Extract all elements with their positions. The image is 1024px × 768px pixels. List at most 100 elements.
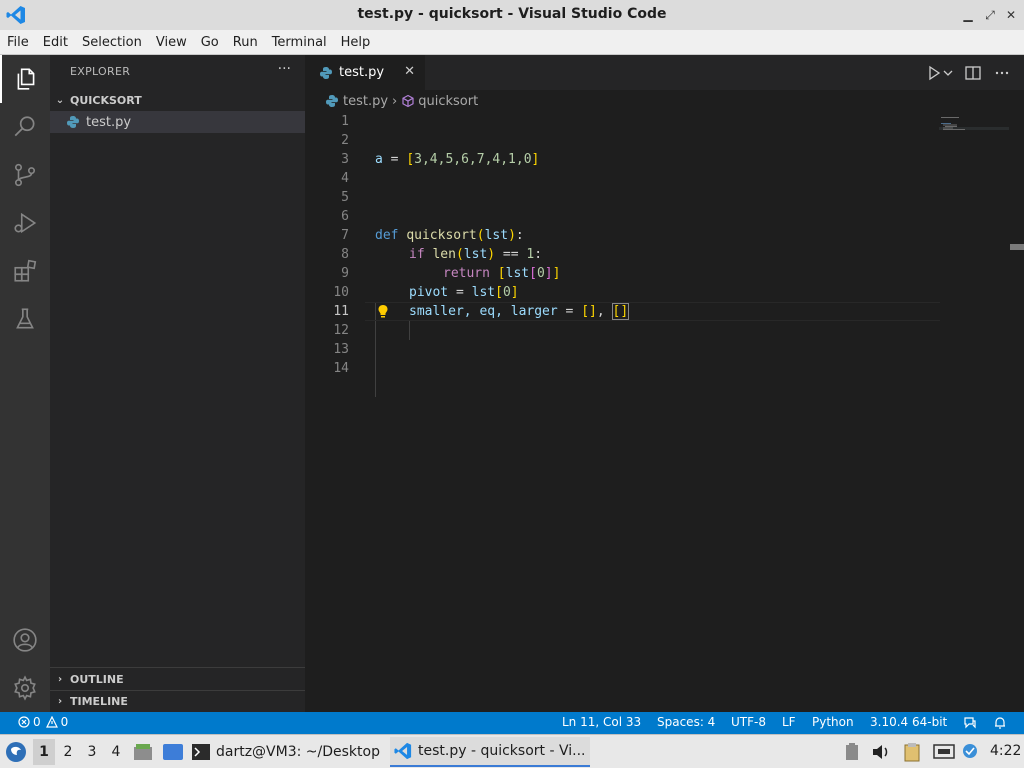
start-menu-icon[interactable] bbox=[5, 741, 27, 763]
update-notifier-icon[interactable] bbox=[962, 743, 978, 761]
chevron-down-icon: ⌄ bbox=[55, 94, 65, 106]
settings-gear-icon bbox=[14, 675, 36, 701]
workspace-3[interactable]: 3 bbox=[81, 739, 103, 765]
testing-button[interactable] bbox=[0, 295, 50, 343]
menu-edit[interactable]: Edit bbox=[36, 30, 75, 55]
code-line: 3 a = [3,4,5,6,7,4,1,0] bbox=[305, 150, 945, 169]
manage-button[interactable] bbox=[0, 664, 50, 712]
error-icon bbox=[18, 716, 30, 728]
menu-run[interactable]: Run bbox=[226, 30, 265, 55]
file-manager-icon[interactable] bbox=[133, 743, 153, 761]
run-debug-button[interactable] bbox=[0, 199, 50, 247]
vscode-logo-icon bbox=[394, 742, 412, 760]
extensions-button[interactable] bbox=[0, 247, 50, 295]
code-line: 5 bbox=[305, 188, 945, 207]
problems-indicator[interactable]: 0 0 bbox=[18, 715, 68, 729]
desktop-icon[interactable] bbox=[162, 743, 184, 761]
status-bar: 0 0 Ln 11, Col 33 Spaces: 4 UTF-8 LF Pyt… bbox=[0, 712, 1024, 734]
explorer-more-button[interactable]: ··· bbox=[278, 61, 291, 77]
explorer-header: EXPLORER bbox=[70, 65, 131, 78]
outline-section[interactable]: › OUTLINE bbox=[50, 668, 305, 690]
encoding[interactable]: UTF-8 bbox=[731, 715, 766, 729]
scrollbar-thumb[interactable] bbox=[1010, 244, 1024, 250]
menu-terminal[interactable]: Terminal bbox=[265, 30, 334, 55]
vertical-scrollbar[interactable] bbox=[1010, 112, 1024, 712]
code-editor[interactable]: 1 2 3 a = [3,4,5,6,7,4,1,0] 4 5 6 7 def … bbox=[305, 112, 945, 712]
menu-go[interactable]: Go bbox=[194, 30, 226, 55]
menu-file[interactable]: File bbox=[0, 30, 36, 55]
split-editor-icon[interactable] bbox=[964, 64, 982, 82]
end-of-line[interactable]: LF bbox=[782, 715, 796, 729]
title-bar: test.py - quicksort - Visual Studio Code… bbox=[0, 0, 1024, 30]
run-python-file-icon[interactable] bbox=[925, 64, 943, 82]
code-text: a = [3,4,5,6,7,4,1,0] bbox=[375, 152, 540, 167]
more-actions-icon[interactable] bbox=[993, 64, 1011, 82]
task-vscode[interactable]: test.py - quicksort - Vi... bbox=[390, 737, 590, 767]
code-line: 13 bbox=[305, 340, 945, 359]
chevron-down-icon[interactable] bbox=[942, 64, 954, 82]
menu-view[interactable]: View bbox=[149, 30, 194, 55]
breadcrumb-symbol[interactable]: quicksort bbox=[418, 94, 478, 109]
code-line-current: 11 smaller, eq, larger = [], [] bbox=[305, 302, 945, 321]
activity-bar bbox=[0, 55, 50, 712]
account-icon bbox=[13, 628, 37, 652]
battery-icon[interactable] bbox=[845, 743, 859, 761]
code-line: 4 bbox=[305, 169, 945, 188]
breadcrumb-file[interactable]: test.py bbox=[343, 94, 388, 109]
python-file-icon bbox=[326, 95, 338, 107]
code-line: 1 bbox=[305, 112, 945, 131]
file-item-test-py[interactable]: test.py bbox=[50, 111, 305, 133]
network-icon[interactable] bbox=[933, 743, 955, 761]
code-line: 9 return [lst[0]] bbox=[305, 264, 945, 283]
timeline-section[interactable]: › TIMELINE bbox=[50, 690, 305, 712]
language-mode[interactable]: Python bbox=[812, 715, 854, 729]
notifications-bell-icon[interactable] bbox=[993, 716, 1007, 730]
volume-icon[interactable] bbox=[871, 743, 891, 761]
python-file-icon bbox=[320, 66, 332, 79]
folder-section-quicksort[interactable]: ⌄ QUICKSORT bbox=[50, 89, 305, 111]
cursor-position[interactable]: Ln 11, Col 33 bbox=[562, 715, 641, 729]
tab-test-py[interactable]: test.py ✕ bbox=[305, 55, 425, 90]
menu-selection[interactable]: Selection bbox=[75, 30, 149, 55]
minimap[interactable] bbox=[939, 112, 1009, 152]
indentation[interactable]: Spaces: 4 bbox=[657, 715, 715, 729]
explorer-button[interactable] bbox=[0, 55, 50, 103]
python-file-icon bbox=[67, 116, 79, 128]
source-control-button[interactable] bbox=[0, 151, 50, 199]
tab-label: test.py bbox=[339, 65, 385, 80]
task-terminal[interactable]: dartz@VM3: ~/Desktop bbox=[192, 737, 380, 767]
lightbulb-icon[interactable] bbox=[377, 304, 389, 319]
line-number: 4 bbox=[341, 171, 349, 186]
feedback-icon[interactable] bbox=[963, 716, 977, 730]
run-debug-icon bbox=[14, 212, 37, 234]
python-interpreter[interactable]: 3.10.4 64-bit bbox=[870, 715, 947, 729]
line-number: 7 bbox=[341, 228, 349, 243]
clock[interactable]: 4:22 bbox=[990, 743, 1021, 759]
search-button[interactable] bbox=[0, 103, 50, 151]
extensions-icon bbox=[14, 259, 37, 282]
accounts-button[interactable] bbox=[0, 616, 50, 664]
code-text: pivot = lst[0] bbox=[409, 285, 519, 300]
line-number: 11 bbox=[333, 304, 349, 319]
line-number: 14 bbox=[333, 361, 349, 376]
chevron-right-icon: › bbox=[57, 673, 63, 685]
minimize-button[interactable]: ▁ bbox=[960, 7, 976, 23]
code-line: 14 bbox=[305, 359, 945, 378]
workspace-2[interactable]: 2 bbox=[57, 739, 79, 765]
close-window-button[interactable]: ✕ bbox=[1003, 7, 1019, 23]
workspace-1[interactable]: 1 bbox=[33, 739, 55, 765]
code-line: 6 bbox=[305, 207, 945, 226]
timeline-label: TIMELINE bbox=[70, 694, 128, 708]
code-line: 8 if len(lst) == 1: bbox=[305, 245, 945, 264]
breadcrumb: test.py › quicksort bbox=[305, 90, 1024, 112]
task-label: test.py - quicksort - Vi... bbox=[418, 743, 586, 759]
menu-help[interactable]: Help bbox=[334, 30, 378, 55]
line-number: 12 bbox=[333, 323, 349, 338]
line-number: 13 bbox=[333, 342, 349, 357]
maximize-button[interactable]: ⤢ bbox=[982, 7, 998, 23]
breadcrumb-separator: › bbox=[392, 93, 398, 109]
source-control-icon bbox=[14, 163, 36, 187]
tab-close-button[interactable]: ✕ bbox=[404, 64, 415, 79]
workspace-4[interactable]: 4 bbox=[105, 739, 127, 765]
clipboard-icon[interactable] bbox=[904, 742, 920, 762]
